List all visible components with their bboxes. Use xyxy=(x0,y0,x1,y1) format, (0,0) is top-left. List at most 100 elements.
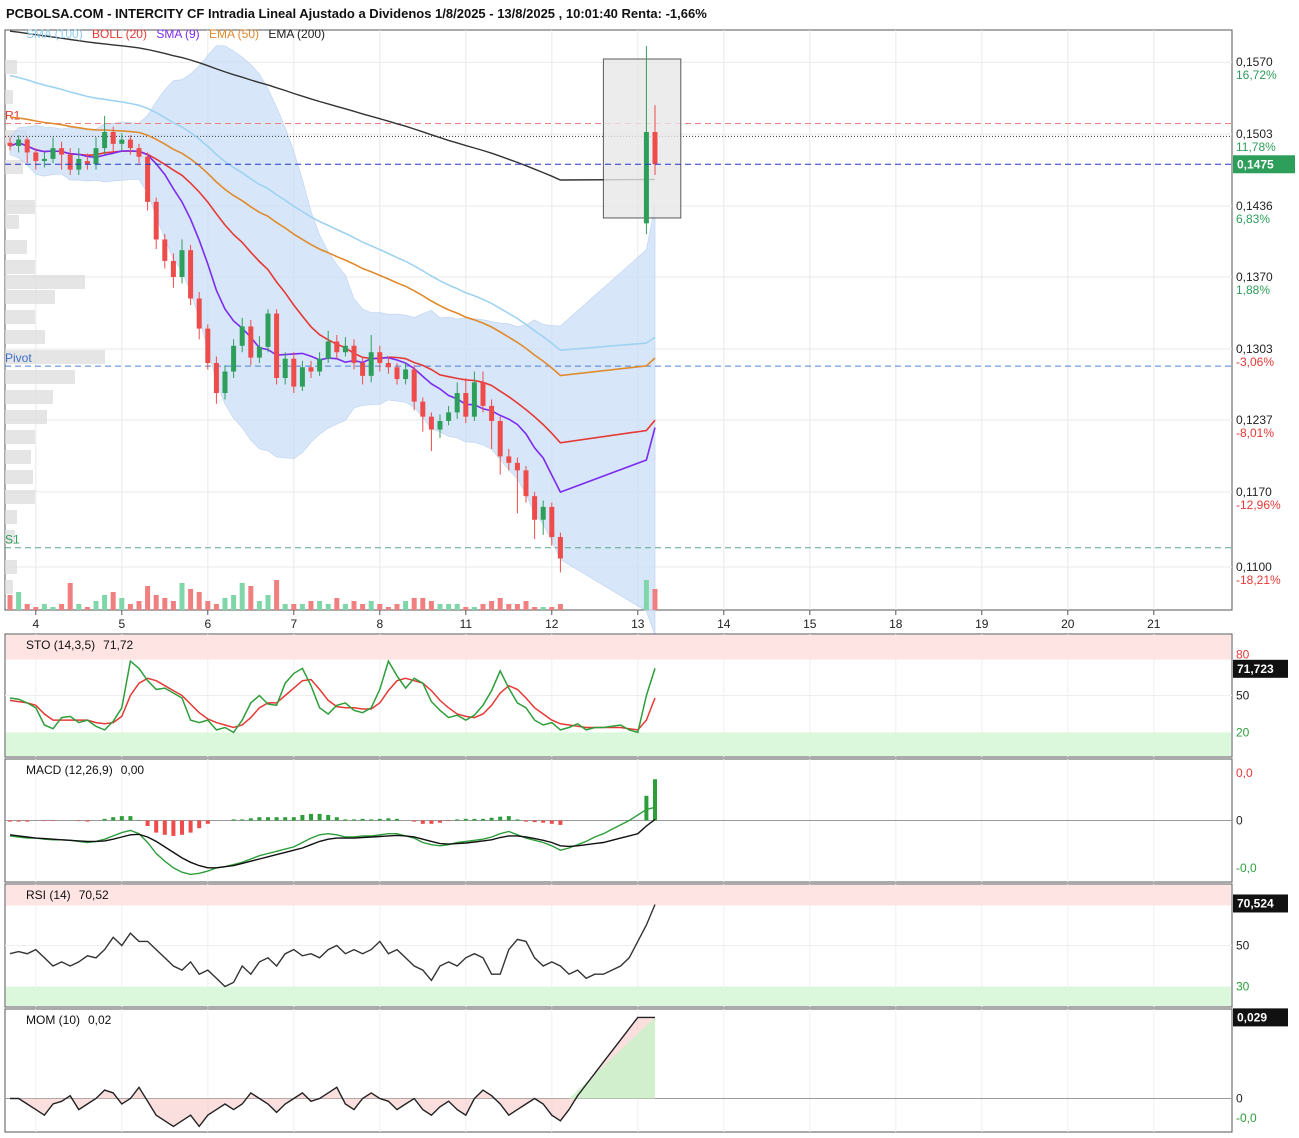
candle-body xyxy=(213,362,219,394)
x-tick-label: 8 xyxy=(376,617,383,631)
macd-histogram-bar xyxy=(266,817,270,821)
macd-histogram-bar xyxy=(205,820,210,824)
macd-axis-label: 0,0 xyxy=(1236,766,1253,780)
x-tick-label: 4 xyxy=(32,617,39,631)
volume-bar xyxy=(463,607,469,610)
candle-body xyxy=(196,298,202,329)
volume-bar xyxy=(540,607,546,610)
macd-histogram-bar xyxy=(653,779,657,821)
y-tick-label: 0,1370 xyxy=(1236,270,1273,284)
y-tick-pct: 11,78% xyxy=(1236,140,1276,154)
y-tick-label: 0,1170 xyxy=(1236,485,1272,499)
x-tick-label: 13 xyxy=(631,617,645,631)
volume-bar xyxy=(532,607,538,610)
mom-last-label: 0,029 xyxy=(1237,1010,1267,1024)
x-tick-label: 11 xyxy=(460,617,473,631)
candle-body xyxy=(170,260,176,278)
volume-bar xyxy=(136,601,142,610)
volume-bar xyxy=(41,604,47,610)
macd-histogram-bar xyxy=(128,816,133,821)
candle-body xyxy=(454,393,460,413)
candle-body xyxy=(420,401,426,417)
candle-body xyxy=(205,328,211,363)
macd-histogram-bar xyxy=(317,813,322,821)
candle-body xyxy=(59,148,65,155)
volume-profile-bar xyxy=(5,275,85,289)
candle-body xyxy=(394,367,400,380)
y-tick-label: 0,1237 xyxy=(1236,413,1273,427)
rsi-label: RSI (14) 70,52 xyxy=(26,888,109,902)
x-tick-label: 21 xyxy=(1147,617,1161,631)
mom-label: MOM (10) 0,02 xyxy=(26,1013,111,1027)
rsi-value: 70,52 xyxy=(78,888,109,902)
volume-profile-bar xyxy=(5,390,53,404)
volume-bar xyxy=(308,601,314,610)
candle-body xyxy=(532,496,538,520)
range-box xyxy=(602,58,682,219)
volume-bar xyxy=(33,607,39,610)
volume-bar xyxy=(385,607,391,610)
volume-bar xyxy=(317,601,323,610)
candle-body xyxy=(360,362,366,376)
chart-title: PCBOLSA.COM - INTERCITY CF Intradia Line… xyxy=(6,6,707,21)
macd-histogram-bar xyxy=(472,818,477,821)
volume-bar xyxy=(334,598,340,610)
volume-bar xyxy=(489,601,495,610)
macd-histogram-bar xyxy=(524,820,528,822)
macd-histogram-bar xyxy=(240,819,245,821)
x-tick-label: 5 xyxy=(118,617,125,631)
macd-histogram-bar xyxy=(188,820,193,833)
macd-histogram-bar xyxy=(119,816,124,821)
candle-body xyxy=(557,536,563,559)
volume-bar xyxy=(514,604,520,610)
candle-body xyxy=(110,132,116,144)
pivot-label: Pivot xyxy=(5,351,32,365)
macd-histogram-bar xyxy=(8,820,12,822)
y-tick-pct: -18,21% xyxy=(1236,573,1281,587)
volume-bar xyxy=(471,607,477,610)
volume-bar xyxy=(557,604,563,610)
candle-body xyxy=(179,250,185,278)
volume-profile-bar xyxy=(5,90,13,104)
candle-body xyxy=(136,148,142,157)
candle-body xyxy=(489,405,495,421)
macd-histogram-bar xyxy=(197,820,202,829)
volume-bar xyxy=(110,592,116,610)
candle-body xyxy=(222,371,228,394)
volume-bar xyxy=(213,604,219,610)
volume-bar xyxy=(342,604,348,610)
macd-histogram-bar xyxy=(446,820,451,822)
volume-bar xyxy=(428,601,434,610)
chart-svg: 4 5 6 7 8 11 12 13 14 15 18 19 20 21 0,157016,72% 0,150… xyxy=(4,29,1295,1133)
macd-histogram-bar xyxy=(102,818,107,821)
volume-bar xyxy=(274,580,280,610)
volume-profile-bar xyxy=(5,310,35,324)
volume-bar xyxy=(59,604,65,610)
volume-profile-bar xyxy=(5,580,13,594)
macd-histogram-bar xyxy=(334,817,339,821)
volume-bar xyxy=(351,601,357,610)
last-price-label: 0,1475 xyxy=(1237,157,1274,171)
volume-profile-bar xyxy=(5,470,33,484)
volume-bar xyxy=(394,604,400,610)
volume-bar xyxy=(256,601,262,610)
volume-profile-bar xyxy=(5,410,47,424)
candle-body xyxy=(248,326,254,358)
volume-bar xyxy=(377,604,383,610)
macd-histogram-bar xyxy=(111,817,116,821)
volume-bar xyxy=(16,592,22,610)
y-tick-pct: 6,83% xyxy=(1236,212,1270,226)
volume-profile-bar xyxy=(5,450,31,464)
candle-body xyxy=(385,362,391,368)
macd-histogram-bar xyxy=(42,820,47,822)
volume-bar xyxy=(523,601,529,610)
macd-histogram-bar xyxy=(180,820,184,835)
volume-bar xyxy=(454,604,460,610)
volume-bar xyxy=(239,583,245,610)
s1-label: S1 xyxy=(5,533,20,547)
volume-bar xyxy=(231,595,237,610)
volume-bar xyxy=(652,589,658,610)
volume-profile-bar xyxy=(5,290,55,304)
candle-body xyxy=(33,152,39,162)
macd-histogram-bar xyxy=(291,817,296,821)
